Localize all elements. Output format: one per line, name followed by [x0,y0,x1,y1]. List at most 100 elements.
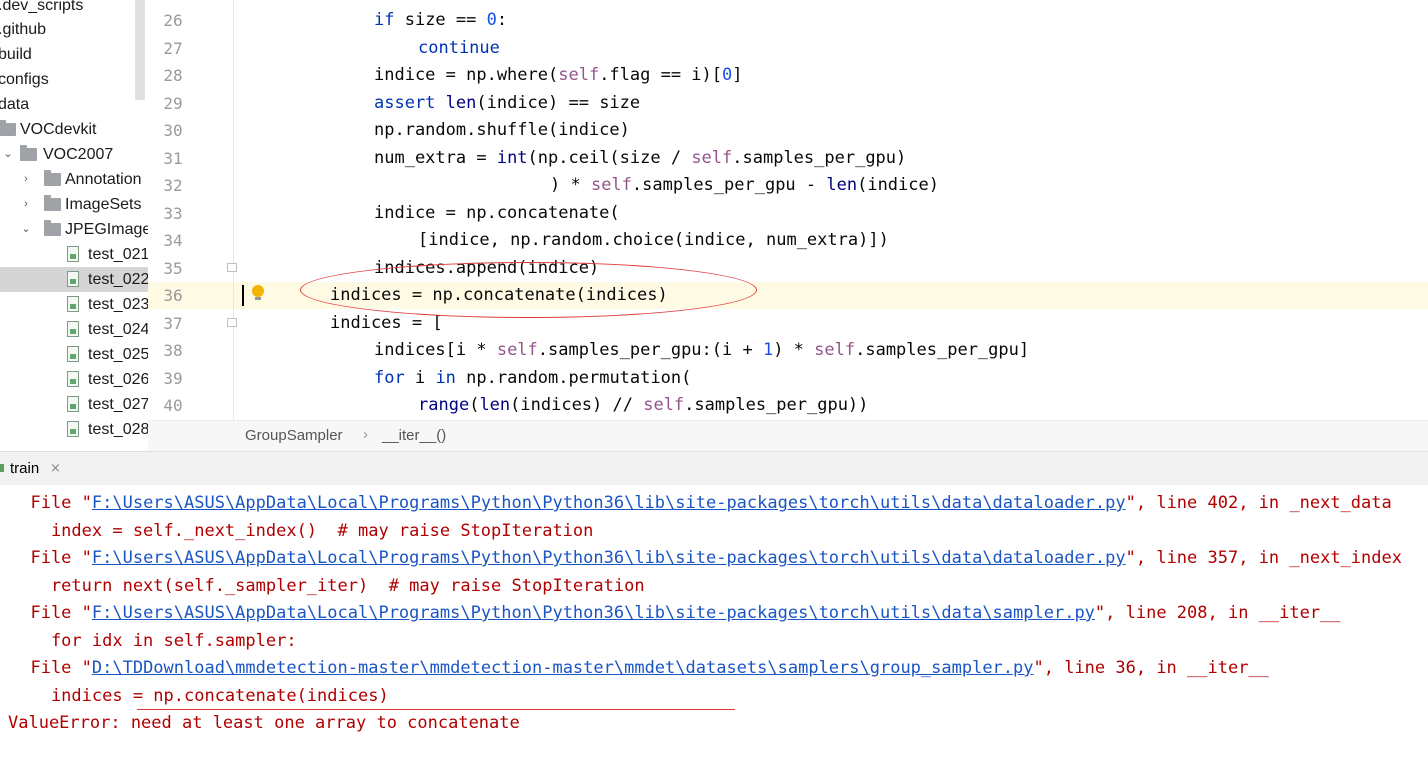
tree-item[interactable]: configs [0,67,148,92]
run-icon [0,464,4,472]
folder-icon [44,195,61,211]
tree-item-label: test_026 [88,371,148,388]
tree-item[interactable]: VOCdevkit [0,117,148,142]
tree-item[interactable]: data [0,92,148,117]
image-file-icon [67,321,79,337]
tree-item[interactable]: .dev_scripts [0,0,148,18]
tree-item[interactable]: test_022 [0,267,148,292]
tree-item[interactable]: test_025 [0,342,148,367]
tree-item[interactable]: ⌄ JPEGImages [0,217,148,242]
tree-scrollbar[interactable] [135,0,145,100]
console-line: File "F:\Users\ASUS\AppData\Local\Progra… [10,603,1341,623]
tree-item-label: test_023 [88,296,148,313]
file-path-link[interactable]: F:\Users\ASUS\AppData\Local\Programs\Pyt… [92,493,1126,513]
console-line: for idx in self.sampler: [10,630,297,651]
lightbulb-icon[interactable] [252,285,264,297]
folder-icon [44,170,61,186]
folder-icon [0,120,16,136]
tree-item-label: build [0,46,32,63]
tree-item-label: data [0,96,30,113]
chevron-right-icon[interactable]: › [20,192,32,217]
tree-item-label: configs [0,71,49,88]
line-number: 36 [163,286,183,305]
line-number: 31 [163,148,183,168]
line-number: 30 [163,121,183,140]
tree-item[interactable]: ⌄ VOC2007 [0,142,148,167]
code-line: if size == 0: [374,10,508,30]
image-file-icon [67,346,79,362]
tree-item-label: ImageSets [65,196,142,213]
code-line: np.random.shuffle(indice) [374,120,630,140]
line-number: 40 [163,396,183,415]
text-caret [242,285,244,306]
code-line: for i in np.random.permutation( [374,367,692,388]
console-line: index = self._next_index() # may raise S… [10,520,594,541]
code-line: [indice, np.random.choice(indice, num_ex… [418,230,889,250]
console-line: File "D:\TDDownload\mmdetection-master\m… [10,658,1269,678]
folder-icon [44,220,61,236]
line-number: 34 [163,231,183,250]
breadcrumb: GroupSampler › __iter__() [148,420,1428,452]
console-line: File "F:\Users\ASUS\AppData\Local\Progra… [10,493,1392,513]
code-line: range(len(indices) // self.samples_per_g… [418,395,869,415]
tree-item[interactable]: .github [0,17,148,42]
chevron-down-icon[interactable]: ⌄ [2,142,14,167]
line-number: 39 [163,368,183,388]
breadcrumb-class[interactable]: GroupSampler [245,427,343,444]
code-line: indices[i * self.samples_per_gpu:(i + 1)… [374,340,1030,360]
console-line: ValueError: need at least one array to c… [8,713,520,733]
tree-item-label: test_028 [88,421,148,438]
line-number: 38 [163,341,183,360]
tree-item[interactable]: › Annotation [0,167,148,192]
line-number: 26 [163,11,183,30]
folder-icon [20,145,37,161]
gutter-separator [233,0,234,420]
tree-item[interactable]: › ImageSets [0,192,148,217]
red-ellipse-annotation [300,262,757,318]
run-tab-label: train [10,460,40,477]
line-number: 27 [163,38,183,58]
code-line: indice = np.concatenate( [374,202,620,223]
breadcrumb-method[interactable]: __iter__() [382,427,446,444]
code-line: assert len(indice) == size [374,92,641,113]
chevron-down-icon[interactable]: ⌄ [20,217,32,242]
file-path-link[interactable]: F:\Users\ASUS\AppData\Local\Programs\Pyt… [92,603,1095,623]
fold-marker-icon[interactable] [227,263,237,272]
red-underline-annotation [137,709,735,710]
file-path-link[interactable]: F:\Users\ASUS\AppData\Local\Programs\Pyt… [92,548,1126,568]
tree-item[interactable]: test_026 [0,367,148,392]
tree-item[interactable]: test_023 [0,292,148,317]
line-number: 32 [163,176,183,195]
line-number: 37 [163,313,183,333]
fold-marker-icon[interactable] [227,318,237,327]
line-number: 29 [163,93,183,113]
tree-item[interactable]: test_027 [0,392,148,417]
code-line: indice = np.where(self.flag == i)[0] [374,65,743,85]
code-editor[interactable]: if size == 0: continue indice = np.where(s… [285,0,1428,420]
file-path-link[interactable]: D:\TDDownload\mmdetection-master\mmdetec… [92,658,1034,678]
tree-item[interactable]: build [0,42,148,67]
line-number: 33 [163,203,183,223]
tree-item[interactable]: test_021 [0,242,148,267]
code-line: continue [418,37,500,58]
chevron-right-icon[interactable]: › [20,167,32,192]
image-file-icon [67,246,79,262]
line-number: 28 [163,66,183,85]
lightbulb-base-icon [255,297,261,300]
tree-item-label: test_027 [88,396,148,413]
console-output[interactable]: File "F:\Users\ASUS\AppData\Local\Progra… [0,485,1428,765]
tree-item-label: VOCdevkit [20,121,97,138]
tree-item-label: .github [0,21,47,38]
tree-item-label: VOC2007 [43,146,114,163]
code-line: num_extra = int(np.ceil(size / self.samp… [374,147,907,168]
tree-item[interactable]: test_024 [0,317,148,342]
close-icon[interactable]: × [50,452,61,485]
image-file-icon [67,371,79,387]
code-line: ) * self.samples_per_gpu - len(indice) [550,175,939,195]
tree-item-label: test_025 [88,346,148,363]
tree-item[interactable]: test_028 [0,417,148,442]
console-line: return next(self._sampler_iter) # may ra… [10,575,645,596]
image-file-icon [67,396,79,412]
image-file-icon [67,271,79,287]
console-line: File "F:\Users\ASUS\AppData\Local\Progra… [10,548,1402,568]
